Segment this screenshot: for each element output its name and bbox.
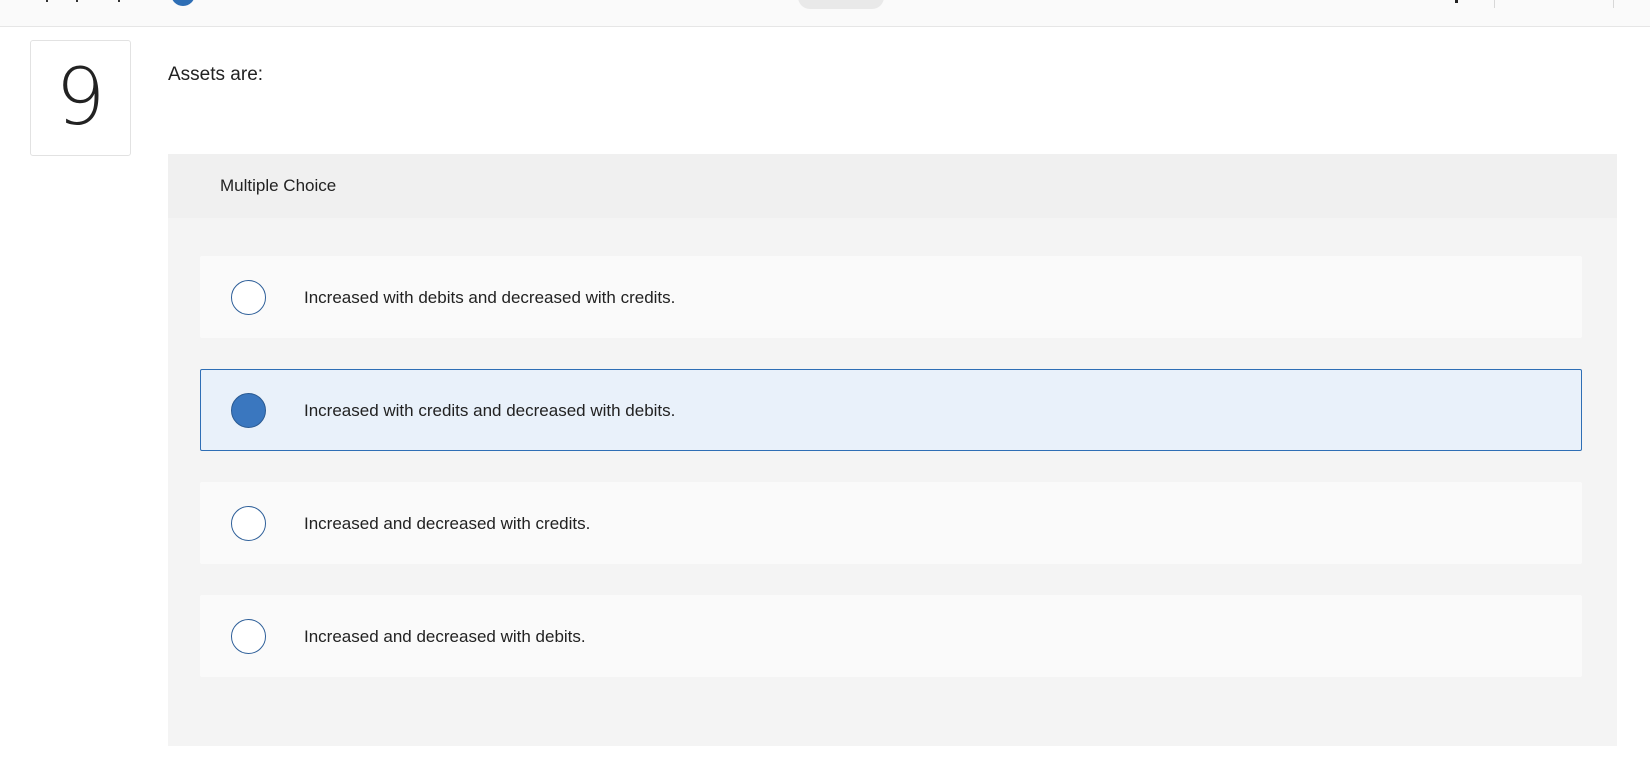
answer-panel: Multiple Choice Increased with debits an… bbox=[168, 154, 1617, 746]
question-prompt: Assets are: bbox=[168, 64, 264, 85]
info-icon[interactable] bbox=[171, 0, 195, 6]
toolbar-right-fragment bbox=[1455, 0, 1458, 3]
question-type-label: Multiple Choice bbox=[220, 176, 337, 195]
answer-option-c[interactable]: Increased and decreased with credits. bbox=[200, 482, 1582, 564]
answer-option-text: Increased with debits and decreased with… bbox=[304, 288, 676, 307]
radio-button[interactable] bbox=[231, 506, 266, 541]
radio-button[interactable] bbox=[231, 393, 266, 428]
answer-option-text: Increased and decreased with credits. bbox=[304, 514, 591, 533]
answer-option-d[interactable]: Increased and decreased with debits. bbox=[200, 595, 1582, 677]
answer-option-b[interactable]: Increased with credits and decreased wit… bbox=[200, 369, 1582, 451]
answer-option-a[interactable]: Increased with debits and decreased with… bbox=[200, 256, 1582, 338]
toolbar-divider bbox=[1494, 0, 1495, 8]
toolbar-center-pill[interactable] bbox=[798, 0, 884, 9]
answer-option-text: Increased with credits and decreased wit… bbox=[304, 401, 676, 420]
question-number: 9 bbox=[30, 40, 131, 156]
radio-button[interactable] bbox=[231, 280, 266, 315]
top-toolbar bbox=[0, 0, 1650, 27]
answer-option-text: Increased and decreased with debits. bbox=[304, 627, 586, 646]
toolbar-divider bbox=[1613, 0, 1614, 8]
radio-button[interactable] bbox=[231, 619, 266, 654]
toolbar-left-fragment bbox=[36, 0, 146, 4]
panel-header: Multiple Choice bbox=[168, 154, 1617, 218]
